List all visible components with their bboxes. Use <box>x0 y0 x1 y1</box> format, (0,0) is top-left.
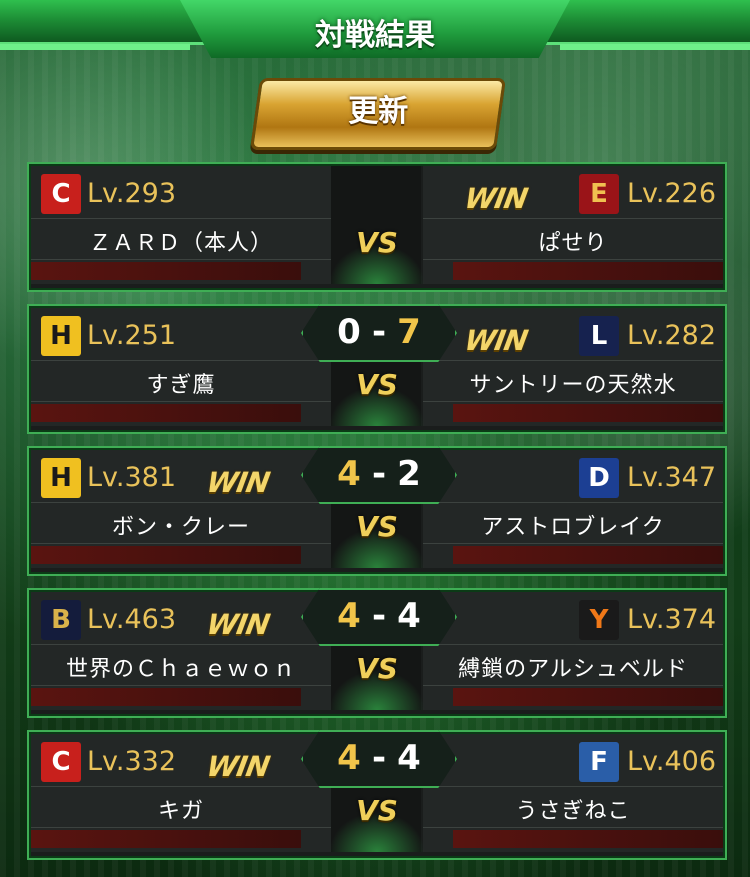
hp-bar <box>453 830 723 848</box>
left-team-name: キガ <box>157 799 204 824</box>
right-team-name-row: うさぎねこ <box>423 786 723 828</box>
hp-bar <box>453 404 723 422</box>
right-team-name-row: ぱせり <box>423 218 723 260</box>
right-team-name-row: サントリーの天然水 <box>423 360 723 402</box>
right-team-name-row: アストロブレイク <box>423 502 723 544</box>
left-team-name-row: 世界のＣｈａｅｗｏｎ <box>31 644 331 686</box>
giants-logo-icon: Y <box>579 600 619 640</box>
score-box: 0-7 <box>301 304 457 362</box>
left-team-level: Lv.332 <box>87 746 177 777</box>
left-team-panel: H Lv.251 すぎ鷹 <box>31 308 331 426</box>
hp-bar <box>453 546 723 564</box>
right-team-header: F Lv.406 <box>423 740 723 784</box>
match-card[interactable]: B Lv.463 WIN 世界のＣｈａｅｗｏｎ Y Lv.374 縛鎖のアルシュベルド VS 4… <box>27 588 727 718</box>
hp-bar <box>31 688 301 706</box>
hawks-logo-icon: H <box>41 458 81 498</box>
score-right: 7 <box>397 312 421 352</box>
right-team-header: L Lv.282 WIN <box>423 314 723 358</box>
left-team-panel: C Lv.332 WIN キガ <box>31 734 331 852</box>
vs-label: VS <box>356 226 398 259</box>
lions-logo-icon: L <box>579 316 619 356</box>
left-team-name: 世界のＣｈａｅｗｏｎ <box>65 657 296 682</box>
left-team-name-row: キガ <box>31 786 331 828</box>
score-right: 4 <box>397 596 421 636</box>
score-box: 4-4 <box>301 730 457 788</box>
hp-bar <box>453 688 723 706</box>
left-team-name: ＺＡＲＤ（本人） <box>88 231 273 256</box>
right-team-name: ぱせり <box>538 231 608 256</box>
right-team-name: サントリーの天然水 <box>469 373 677 398</box>
right-team-name: アストロブレイク <box>481 515 665 540</box>
fighters-logo-icon: F <box>579 742 619 782</box>
hp-bar <box>453 262 723 280</box>
match-card[interactable]: C Lv.293 ＺＡＲＤ（本人） E Lv.226 WIN ぱせり VS <box>27 162 727 292</box>
right-team-name: うさぎねこ <box>515 799 631 824</box>
win-badge: WIN <box>204 608 272 641</box>
score-box: 4-2 <box>301 446 457 504</box>
update-button[interactable]: 更新 <box>249 78 507 150</box>
left-team-level: Lv.463 <box>87 604 177 635</box>
left-team-level: Lv.381 <box>87 462 177 493</box>
hp-bar <box>31 262 301 280</box>
page-title: 対戦結果 <box>315 18 435 53</box>
right-team-panel: L Lv.282 WIN サントリーの天然水 <box>423 308 723 426</box>
right-team-panel: F Lv.406 うさぎねこ <box>423 734 723 852</box>
left-team-level: Lv.293 <box>87 178 177 209</box>
left-team-name-row: ボン・クレー <box>31 502 331 544</box>
left-team-header: H Lv.381 WIN <box>31 456 331 500</box>
win-badge: WIN <box>462 182 530 215</box>
match-card[interactable]: C Lv.332 WIN キガ F Lv.406 うさぎねこ VS 4-4 <box>27 730 727 860</box>
left-team-panel: C Lv.293 ＺＡＲＤ（本人） <box>31 166 331 284</box>
left-team-name: すぎ鷹 <box>146 373 216 398</box>
carp-logo-icon: C <box>41 174 81 214</box>
left-team-panel: B Lv.463 WIN 世界のＣｈａｅｗｏｎ <box>31 592 331 710</box>
hp-bar <box>31 404 301 422</box>
right-team-header: Y Lv.374 <box>423 598 723 642</box>
left-team-header: C Lv.332 WIN <box>31 740 331 784</box>
hawks-logo-icon: H <box>41 316 81 356</box>
right-team-level: Lv.282 <box>627 320 717 351</box>
match-card[interactable]: H Lv.251 すぎ鷹 L Lv.282 WIN サントリーの天然水 VS 0-7 <box>27 304 727 434</box>
vs-label: VS <box>356 652 398 685</box>
dragons-logo-icon: D <box>579 458 619 498</box>
left-team-panel: H Lv.381 WIN ボン・クレー <box>31 450 331 568</box>
left-team-name-row: ＺＡＲＤ（本人） <box>31 218 331 260</box>
left-team-header: B Lv.463 WIN <box>31 598 331 642</box>
vs-label: VS <box>356 794 398 827</box>
carp-logo-icon: C <box>41 742 81 782</box>
vs-label: VS <box>356 368 398 401</box>
eagles-logo-icon: E <box>579 174 619 214</box>
right-team-name-row: 縛鎖のアルシュベルド <box>423 644 723 686</box>
right-team-panel: D Lv.347 アストロブレイク <box>423 450 723 568</box>
win-badge: WIN <box>462 324 530 357</box>
right-team-level: Lv.347 <box>627 462 717 493</box>
win-badge: WIN <box>204 466 272 499</box>
header: 対戦結果 <box>0 0 750 62</box>
left-team-header: H Lv.251 <box>31 314 331 358</box>
right-team-header: D Lv.347 <box>423 456 723 500</box>
match-card[interactable]: H Lv.381 WIN ボン・クレー D Lv.347 アストロブレイク VS 4-2 <box>27 446 727 576</box>
right-team-header: E Lv.226 WIN <box>423 172 723 216</box>
right-team-level: Lv.406 <box>627 746 717 777</box>
right-team-panel: E Lv.226 WIN ぱせり <box>423 166 723 284</box>
win-badge: WIN <box>204 750 272 783</box>
right-team-level: Lv.226 <box>627 178 717 209</box>
left-team-name-row: すぎ鷹 <box>31 360 331 402</box>
hp-bar <box>31 546 301 564</box>
left-team-header: C Lv.293 <box>31 172 331 216</box>
score-right: 4 <box>397 738 421 778</box>
buffaloes-logo-icon: B <box>41 600 81 640</box>
left-team-level: Lv.251 <box>87 320 177 351</box>
hp-bar <box>31 830 301 848</box>
left-team-name: ボン・クレー <box>111 515 250 540</box>
vs-label: VS <box>356 510 398 543</box>
right-team-name: 縛鎖のアルシュベルド <box>458 657 688 682</box>
right-team-level: Lv.374 <box>627 604 717 635</box>
right-team-panel: Y Lv.374 縛鎖のアルシュベルド <box>423 592 723 710</box>
score-right: 2 <box>397 454 421 494</box>
score-box: 4-4 <box>301 588 457 646</box>
update-button-label: 更新 <box>348 94 409 129</box>
